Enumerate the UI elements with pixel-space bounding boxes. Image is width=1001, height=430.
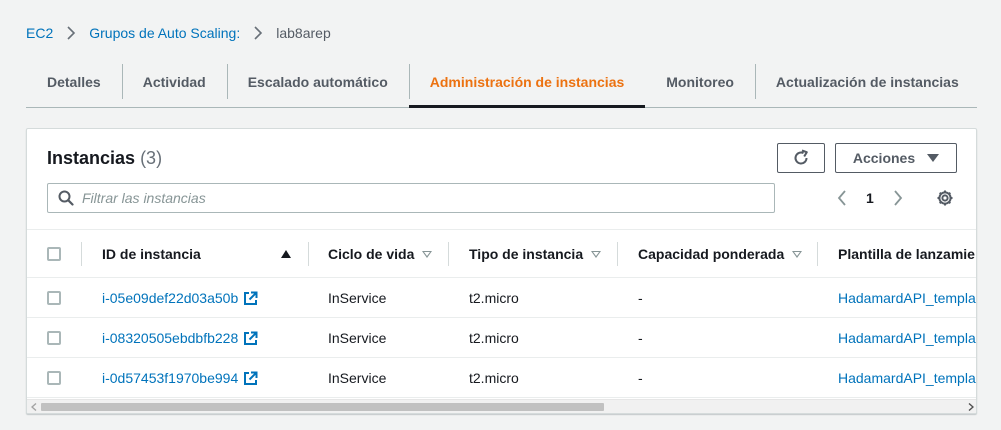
panel-title-text: Instancias (47, 148, 136, 168)
breadcrumb: EC2 Grupos de Auto Scaling: lab8arep (26, 24, 331, 42)
filter-instances-input[interactable] (82, 190, 762, 206)
column-label: Ciclo de vida (328, 246, 415, 262)
launch-template-link[interactable]: HadamardAPI_templa (838, 330, 976, 346)
tab-bar: Detalles Actividad Escalado automático A… (26, 56, 977, 108)
chevron-left-icon[interactable] (832, 187, 852, 209)
column-divider (817, 242, 818, 266)
launch-template-link[interactable]: HadamardAPI_templa (838, 370, 976, 386)
panel-title: Instancias (3) (47, 148, 162, 169)
column-header-weighted-capacity[interactable]: Capacidad ponderada (638, 230, 803, 278)
column-label: ID de instancia (102, 246, 201, 262)
external-link-icon[interactable] (243, 331, 258, 346)
external-link-icon[interactable] (243, 371, 258, 386)
actions-dropdown-button[interactable]: Acciones (835, 143, 957, 173)
tab-monitoring[interactable]: Monitoreo (645, 56, 755, 107)
sort-ascending-icon (280, 250, 291, 258)
row-checkbox[interactable] (47, 371, 61, 385)
instance-count: (3) (140, 148, 163, 168)
breadcrumb-asg-link[interactable]: Grupos de Auto Scaling: (89, 25, 240, 41)
instance-id-link[interactable]: i-08320505ebdbfb228 (102, 330, 238, 346)
lifecycle-cell: InService (328, 370, 387, 386)
column-header-instance-type[interactable]: Tipo de instancia (469, 230, 602, 278)
column-divider (81, 242, 82, 266)
chevron-right-icon[interactable] (888, 187, 908, 209)
table-row: i-05e09def22d03a50b InService t2.micro -… (27, 278, 976, 318)
column-label: Plantilla de lanzamie (838, 246, 975, 262)
select-all-checkbox[interactable] (47, 247, 61, 261)
row-checkbox[interactable] (47, 331, 61, 345)
refresh-button[interactable] (777, 143, 825, 173)
column-header-instance-id[interactable]: ID de instancia (102, 230, 291, 278)
weighted-capacity-cell: - (638, 370, 643, 386)
tab-instance-refresh[interactable]: Actualización de instancias (754, 56, 980, 107)
filter-instances-search[interactable] (47, 183, 775, 213)
instance-id-link[interactable]: i-0d57453f1970be994 (102, 370, 238, 386)
table-header: ID de instancia Ciclo de vida Tipo de in… (27, 229, 976, 278)
sort-icon (422, 250, 433, 258)
chevron-right-icon (60, 24, 82, 42)
caret-down-icon (927, 154, 940, 162)
pagination: 1 (832, 187, 908, 209)
tab-details[interactable]: Detalles (26, 56, 122, 107)
chevron-right-icon (247, 24, 269, 42)
lifecycle-cell: InService (328, 290, 387, 306)
column-divider (448, 242, 449, 266)
scroll-right-icon[interactable] (964, 400, 976, 413)
external-link-icon[interactable] (243, 291, 258, 306)
breadcrumb-ec2-link[interactable]: EC2 (26, 25, 53, 41)
gear-icon[interactable] (936, 189, 954, 207)
column-header-lifecycle[interactable]: Ciclo de vida (328, 230, 433, 278)
tab-instance-management[interactable]: Administración de instancias (408, 56, 646, 108)
tab-activity[interactable]: Actividad (121, 56, 227, 107)
refresh-icon (794, 149, 808, 165)
column-label: Capacidad ponderada (638, 246, 785, 262)
actions-label: Acciones (852, 150, 916, 166)
instance-id-link[interactable]: i-05e09def22d03a50b (102, 290, 238, 306)
column-divider (308, 242, 309, 266)
horizontal-scrollbar[interactable] (27, 399, 976, 413)
breadcrumb-current: lab8arep (276, 25, 331, 41)
column-label: Tipo de instancia (469, 246, 584, 262)
instance-type-cell: t2.micro (469, 330, 519, 346)
row-checkbox[interactable] (47, 291, 61, 305)
sort-icon (591, 250, 602, 258)
scroll-left-icon[interactable] (27, 400, 41, 413)
instances-panel: Instancias (3) Acciones 1 (26, 128, 977, 414)
launch-template-link[interactable]: HadamardAPI_templa (838, 290, 976, 306)
tab-automatic-scaling[interactable]: Escalado automático (226, 56, 409, 107)
instance-type-cell: t2.micro (469, 290, 519, 306)
instance-type-cell: t2.micro (469, 370, 519, 386)
scrollbar-thumb[interactable] (41, 403, 604, 411)
weighted-capacity-cell: - (638, 290, 643, 306)
column-header-launch-template[interactable]: Plantilla de lanzamie (838, 230, 975, 278)
table-row: i-0d57453f1970be994 InService t2.micro -… (27, 358, 976, 398)
column-divider (617, 242, 618, 266)
search-icon (58, 190, 74, 206)
page-number[interactable]: 1 (866, 190, 874, 206)
select-all-cell (47, 230, 61, 278)
table-row: i-08320505ebdbfb228 InService t2.micro -… (27, 318, 976, 358)
sort-icon (792, 250, 803, 258)
lifecycle-cell: InService (328, 330, 387, 346)
weighted-capacity-cell: - (638, 330, 643, 346)
